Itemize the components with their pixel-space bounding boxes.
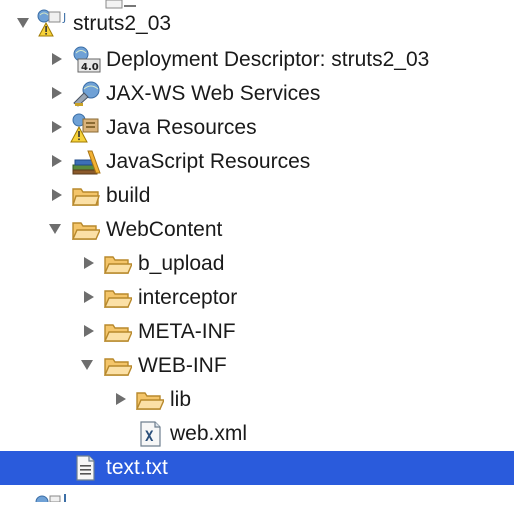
tree-item-web-inf[interactable]: WEB-INF — [0, 349, 514, 383]
project-explorer-tree: J struts2_03 4.0 Deployment Descriptor: … — [0, 0, 514, 508]
tree-item-label: WEB-INF — [138, 354, 227, 377]
tree-item-webcontent[interactable]: WebContent — [0, 213, 514, 247]
tree-item-label: struts2_03 — [73, 12, 172, 35]
collapsed-arrow-icon[interactable] — [50, 145, 64, 179]
dynamic-web-project-warning-icon: J — [36, 9, 70, 39]
expanded-arrow-icon[interactable] — [80, 349, 94, 383]
tree-item-jax-ws-web-services[interactable]: JAX-WS Web Services — [0, 77, 514, 111]
collapsed-arrow-icon[interactable] — [50, 77, 64, 111]
tree-item-label: WebContent — [106, 218, 223, 241]
collapsed-arrow-icon[interactable] — [82, 281, 96, 315]
open-folder-icon — [104, 287, 132, 309]
open-folder-icon — [104, 321, 132, 343]
folder-icon — [72, 185, 100, 207]
open-folder-icon — [104, 355, 132, 377]
collapsed-arrow-icon[interactable] — [50, 179, 64, 213]
tree-item-java-resources[interactable]: Java Resources — [0, 111, 514, 145]
expanded-arrow-icon[interactable] — [16, 7, 30, 41]
tree-item-meta-inf[interactable]: META-INF — [0, 315, 514, 349]
tree-item-interceptor[interactable]: interceptor — [0, 281, 514, 315]
tree-item-lib[interactable]: lib — [0, 383, 514, 417]
open-folder-icon — [72, 219, 100, 241]
deployment-descriptor-icon: 4.0 — [72, 46, 102, 74]
tree-item-label: JAX-WS Web Services — [106, 82, 321, 105]
collapsed-arrow-icon[interactable] — [50, 43, 64, 77]
tree-item-label: web.xml — [170, 422, 248, 445]
open-folder-icon — [136, 389, 164, 411]
collapsed-arrow-icon[interactable] — [50, 111, 64, 145]
tree-item-b-upload[interactable]: b_upload — [0, 247, 514, 281]
tree-item-label: interceptor — [138, 286, 238, 309]
svg-text:J: J — [62, 11, 66, 24]
partial-tree-item-bottom — [34, 484, 74, 508]
tree-item-label: JavaScript Resources — [106, 150, 311, 173]
tree-item-label: text.txt — [106, 456, 168, 479]
tree-item-text-txt[interactable]: text.txt — [0, 451, 514, 485]
tree-item-build[interactable]: build — [0, 179, 514, 213]
tree-item-label: Java Resources — [106, 116, 257, 139]
tree-item-label: lib — [170, 388, 192, 411]
tree-item-project[interactable]: J struts2_03 — [0, 7, 514, 41]
svg-text:4.0: 4.0 — [81, 62, 99, 73]
xml-file-icon: X — [138, 421, 164, 447]
svg-text:X: X — [145, 429, 154, 445]
javascript-resources-icon — [72, 149, 102, 175]
text-file-icon — [74, 455, 98, 481]
tree-item-label: b_upload — [138, 252, 225, 275]
expanded-arrow-icon[interactable] — [48, 213, 62, 247]
java-resources-warning-icon — [70, 112, 102, 144]
collapsed-arrow-icon[interactable] — [82, 315, 96, 349]
collapsed-arrow-icon[interactable] — [114, 383, 128, 417]
tree-item-javascript-resources[interactable]: JavaScript Resources — [0, 145, 514, 179]
open-folder-icon — [104, 253, 132, 275]
collapsed-arrow-icon[interactable] — [82, 247, 96, 281]
tree-item-label: META-INF — [138, 320, 236, 343]
tree-item-label: Deployment Descriptor: struts2_03 — [106, 48, 430, 71]
tree-item-deployment-descriptor[interactable]: 4.0 Deployment Descriptor: struts2_03 — [0, 43, 514, 77]
partial-tree-item-top — [100, 0, 136, 9]
tree-item-web-xml[interactable]: X web.xml — [0, 417, 514, 451]
tree-item-label: build — [106, 184, 151, 207]
web-services-icon — [72, 81, 102, 107]
